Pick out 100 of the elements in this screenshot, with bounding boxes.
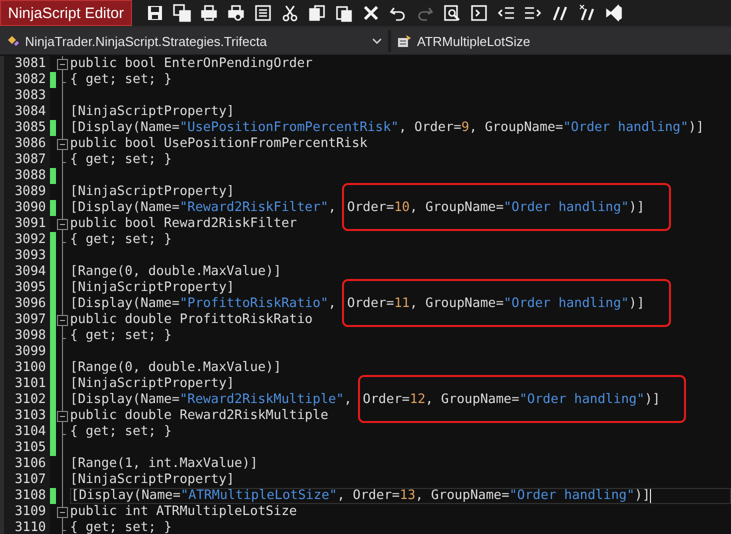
code-token: , — [344, 392, 352, 407]
code-token: "Order handling" — [504, 296, 629, 311]
code-token: , GroupName= — [469, 120, 564, 135]
class-icon — [6, 34, 20, 48]
collapse-icon[interactable] — [57, 411, 68, 422]
code-token: { get; set; } — [70, 520, 172, 534]
code-token: { get; set; } — [70, 424, 172, 439]
code-token: "Reward2RiskMultiple" — [180, 392, 344, 407]
line-number: 3090 — [0, 200, 50, 216]
code-token: [NinjaScriptProperty] — [70, 376, 234, 391]
line-number: 3097 — [0, 312, 50, 328]
line-number: 3086 — [0, 136, 50, 152]
type-selector[interactable]: NinjaTrader.NinjaScript.Strategies.Trifecta — [0, 30, 391, 52]
code-token: 13 — [400, 488, 416, 503]
code-token: )] — [628, 296, 645, 311]
code-token: 9 — [461, 120, 470, 135]
code-token: public bool UsePositionFromPercentRisk — [70, 136, 368, 151]
code-token: [Display(Name= — [71, 488, 181, 503]
code-token: , GroupName= — [425, 392, 520, 407]
code-token: "Order handling" — [563, 120, 688, 135]
line-number: 3105 — [0, 440, 50, 456]
code-token: public bool Reward2RiskFilter — [70, 216, 297, 231]
code-token: "UsePositionFromPercentRisk" — [180, 120, 399, 135]
line-number: 3109 — [0, 504, 50, 520]
text-caret — [650, 489, 652, 503]
code-token: , GroupName= — [410, 296, 504, 311]
line-number: 3095 — [0, 280, 50, 296]
code-token: [NinjaScriptProperty] — [70, 184, 234, 199]
code-token: Order= — [347, 296, 394, 311]
save-all-icon[interactable] — [170, 2, 193, 24]
line-number: 3108 — [0, 488, 50, 504]
code-token: "Order handling" — [509, 488, 635, 503]
collapse-icon[interactable] — [57, 59, 68, 70]
code-token: "ProfittoRiskRatio" — [180, 296, 328, 311]
collapse-icon[interactable] — [57, 219, 68, 230]
line-number: 3092 — [0, 232, 50, 248]
code-token: [Display(Name= — [70, 296, 180, 311]
line-number: 3085 — [0, 120, 50, 136]
collapse-icon[interactable] — [57, 507, 68, 518]
line-number: 3082 — [0, 72, 50, 88]
code-token: [NinjaScriptProperty] — [70, 280, 234, 295]
code-token: "Reward2RiskFilter" — [180, 200, 328, 215]
code-token: )] — [634, 488, 650, 503]
line-number: 3098 — [0, 328, 50, 344]
collapse-icon[interactable] — [57, 315, 68, 326]
code-token: public double ProfittoRiskRatio — [70, 312, 313, 327]
code-token: )] — [688, 120, 704, 135]
code-token: , Order= — [337, 488, 400, 503]
line-number: 3081 — [0, 56, 50, 72]
line-number: 3106 — [0, 456, 50, 472]
line-number: 3103 — [0, 408, 50, 424]
code-token: "Order handling" — [519, 392, 645, 407]
code-token: 10 — [394, 200, 410, 215]
property-icon — [397, 34, 412, 48]
code-token: { get; set; } — [70, 232, 172, 247]
line-number: 3096 — [0, 296, 50, 312]
line-number: 3110 — [0, 520, 50, 534]
window-title: NinjaScript Editor — [0, 0, 132, 26]
code-token: [Range(0, double.MaxValue)] — [70, 264, 282, 279]
line-number: 3102 — [0, 392, 50, 408]
code-token: , — [328, 296, 336, 311]
code-token: [Range(1, int.MaxValue)] — [70, 456, 258, 471]
line-number: 3099 — [0, 344, 50, 360]
line-number: 3089 — [0, 184, 50, 200]
line-number: 3083 — [0, 88, 50, 104]
code-token: )] — [628, 200, 645, 215]
line-number: 3107 — [0, 472, 50, 488]
line-number: 3093 — [0, 248, 50, 264]
code-token: "Order handling" — [504, 200, 629, 215]
line-number: 3104 — [0, 424, 50, 440]
member-selector[interactable]: ATRMultipleLotSize — [391, 30, 536, 52]
code-token: [NinjaScriptProperty] — [70, 104, 234, 119]
code-token: public bool EnterOnPendingOrder — [70, 56, 313, 71]
code-token: "ATRMultipleLotSize" — [180, 488, 338, 503]
chevron-down-icon — [372, 38, 382, 44]
code-token: { get; set; } — [70, 152, 172, 167]
code-token: 12 — [410, 392, 426, 407]
code-token: , GroupName= — [415, 488, 510, 503]
code-token: [Range(0, double.MaxValue)] — [70, 360, 282, 375]
code-token: { get; set; } — [70, 72, 172, 87]
line-number: 3088 — [0, 168, 50, 184]
code-token: [NinjaScriptProperty] — [70, 472, 234, 487]
code-token: , Order= — [398, 120, 462, 135]
code-token: [Display(Name= — [70, 120, 180, 135]
code-token: public int ATRMultipleLotSize — [70, 504, 297, 519]
line-number: 3087 — [0, 152, 50, 168]
line-number: 3091 — [0, 216, 50, 232]
code-token: Order= — [362, 392, 410, 407]
code-token: , GroupName= — [410, 200, 504, 215]
code-token: , — [328, 200, 336, 215]
code-token: [Display(Name= — [70, 200, 180, 215]
code-token: [Display(Name= — [70, 392, 180, 407]
code-token: { get; set; } — [70, 328, 172, 343]
collapse-icon[interactable] — [57, 139, 68, 150]
code-token: )] — [644, 392, 660, 407]
line-number: 3101 — [0, 376, 50, 392]
line-number: 3094 — [0, 264, 50, 280]
code-token: Order= — [347, 200, 394, 215]
line-number: 3100 — [0, 360, 50, 376]
code-token: public double Reward2RiskMultiple — [70, 408, 328, 423]
